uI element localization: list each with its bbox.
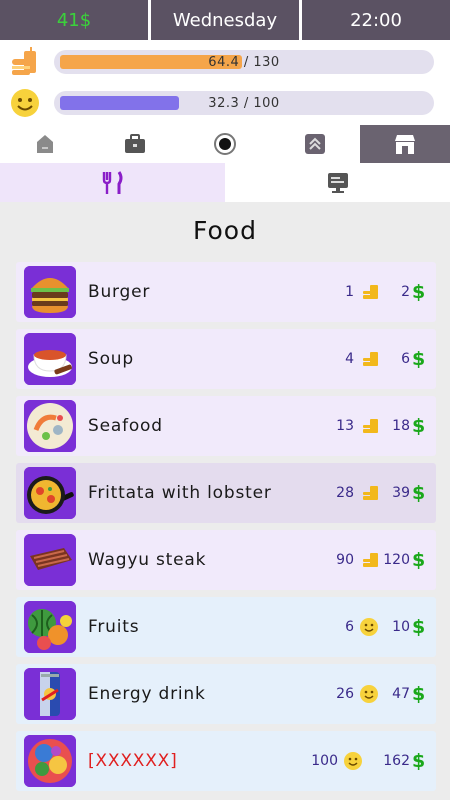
energy-drink-icon (24, 668, 76, 720)
item-gain: 28 (336, 485, 354, 501)
currency-symbol: $ (412, 482, 426, 504)
food-stat: 64.4 / 130 (0, 44, 450, 80)
money-display: 41$ (0, 0, 148, 40)
item-name: Wagyu steak (88, 550, 207, 570)
currency-symbol: $ (412, 415, 426, 437)
currency-symbol: $ (412, 683, 426, 705)
soup-icon (24, 333, 76, 385)
fork-knife-icon (102, 170, 122, 194)
currency-symbol: $ (412, 348, 426, 370)
shop-category-tabs (0, 163, 450, 202)
seafood-icon (24, 400, 76, 452)
item-price: 162 (383, 753, 410, 769)
mood-bar: 32.3 / 100 (54, 91, 434, 115)
top-bar: 41$ Wednesday 22:00 (0, 0, 450, 40)
steak-icon (24, 534, 76, 586)
mood-bar-text: 32.3 / 100 (208, 95, 280, 111)
food-icon (363, 285, 378, 299)
item-price: 47 (392, 686, 410, 702)
item-price: 10 (392, 619, 410, 635)
list-item[interactable]: Frittata with lobster 28 39 $ (16, 463, 436, 523)
burger-icon (24, 266, 76, 318)
item-name: Seafood (88, 416, 163, 436)
shop-content: Food Burger 1 2 $ Soup 4 6 $ Seafood 13 … (0, 202, 450, 800)
smiley-icon (360, 618, 378, 636)
list-item[interactable]: [XXXXXX] 100 162 $ (16, 731, 436, 791)
item-gain: 100 (311, 753, 338, 769)
item-gain: 90 (336, 552, 354, 568)
currency-symbol: $ (412, 549, 426, 571)
item-price: 39 (392, 485, 410, 501)
mystery-item-icon (24, 735, 76, 787)
item-gain: 1 (345, 284, 354, 300)
item-price: 6 (401, 351, 410, 367)
item-name: Energy drink (88, 684, 206, 704)
item-name: Soup (88, 349, 134, 369)
list-item[interactable]: Fruits 6 10 $ (16, 597, 436, 657)
list-item[interactable]: Wagyu steak 90 120 $ (16, 530, 436, 590)
smiley-icon (0, 85, 50, 121)
item-gain: 6 (345, 619, 354, 635)
briefcase-icon (125, 134, 145, 153)
smiley-icon (344, 752, 362, 770)
item-name: Fruits (88, 617, 140, 637)
computer-icon (327, 172, 348, 193)
currency-symbol: $ (412, 281, 426, 303)
frittata-icon (24, 467, 76, 519)
item-name: [XXXXXX] (88, 751, 178, 771)
item-name: Frittata with lobster (88, 483, 272, 503)
tab-food[interactable] (0, 163, 225, 202)
food-icon (363, 419, 378, 433)
item-price: 2 (401, 284, 410, 300)
list-item[interactable]: Seafood 13 18 $ (16, 396, 436, 456)
record-icon (214, 133, 236, 155)
chevrons-up-icon (305, 134, 325, 154)
tab-electronics[interactable] (225, 163, 450, 202)
tab-record[interactable] (180, 125, 270, 163)
mood-stat: 32.3 / 100 (0, 85, 450, 121)
food-icon (363, 553, 378, 567)
section-title: Food (193, 216, 257, 245)
food-bar: 64.4 / 130 (54, 50, 434, 74)
tab-shop[interactable] (360, 125, 450, 163)
food-icon (363, 486, 378, 500)
shop-icon (395, 135, 415, 154)
fruits-icon (24, 601, 76, 653)
day-display: Wednesday (151, 0, 299, 40)
main-nav (0, 125, 450, 163)
tab-home[interactable] (0, 125, 90, 163)
home-icon (37, 135, 53, 153)
burger-drink-icon (0, 44, 50, 80)
list-item[interactable]: Energy drink 26 47 $ (16, 664, 436, 724)
item-price: 18 (392, 418, 410, 434)
food-bar-text: 64.4 / 130 (208, 54, 280, 70)
item-price: 120 (383, 552, 410, 568)
currency-symbol: $ (412, 750, 426, 772)
item-name: Burger (88, 282, 151, 302)
item-gain: 26 (336, 686, 354, 702)
tab-upgrades[interactable] (270, 125, 360, 163)
food-icon (363, 352, 378, 366)
item-gain: 13 (336, 418, 354, 434)
list-item[interactable]: Burger 1 2 $ (16, 262, 436, 322)
smiley-icon (360, 685, 378, 703)
item-gain: 4 (345, 351, 354, 367)
list-item[interactable]: Soup 4 6 $ (16, 329, 436, 389)
time-display: 22:00 (302, 0, 450, 40)
tab-work[interactable] (90, 125, 180, 163)
currency-symbol: $ (412, 616, 426, 638)
